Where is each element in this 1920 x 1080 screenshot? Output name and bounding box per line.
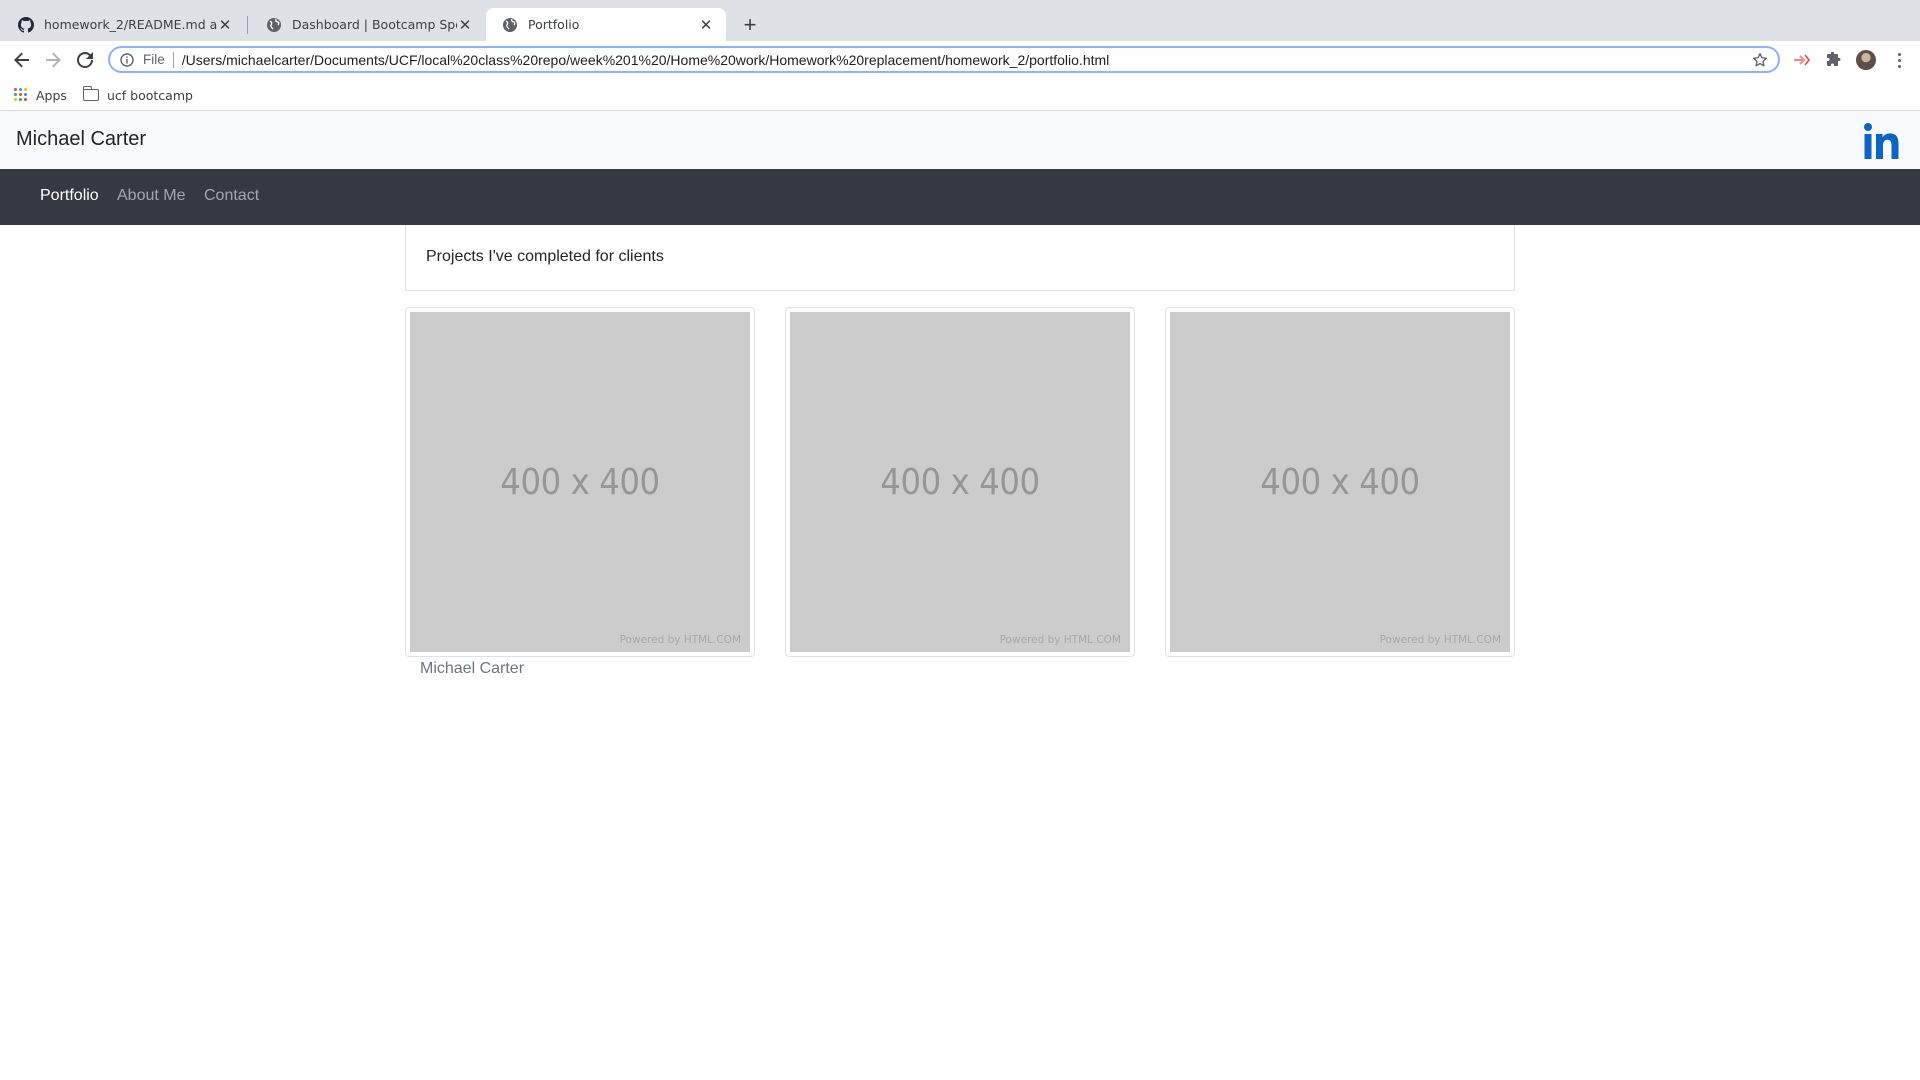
url-text[interactable]: /Users/michaelcarter/Documents/UCF/local… <box>182 52 1750 68</box>
bookmark-label: Apps <box>36 87 67 103</box>
back-button[interactable] <box>10 48 34 72</box>
reload-button[interactable] <box>73 48 97 72</box>
placeholder-credit: Powered by HTML.COM <box>999 634 1121 646</box>
intro-text: Projects I've completed for clients <box>426 248 664 265</box>
tab-title: Portfolio <box>528 17 580 32</box>
tab-strip: homework_2/README.md at m ✕ Dashboard | … <box>0 0 1920 41</box>
new-tab-button[interactable]: + <box>737 12 763 38</box>
close-tab-icon[interactable]: ✕ <box>457 16 473 34</box>
forward-button[interactable] <box>41 48 65 72</box>
browser-menu-icon[interactable] <box>1891 50 1907 70</box>
placeholder-image: 400 x 400 Powered by HTML.COM <box>1170 312 1510 652</box>
bookmark-star-icon[interactable] <box>1750 50 1770 70</box>
apps-grid-icon <box>14 88 28 102</box>
placeholder-size-text: 400 x 400 <box>1260 462 1420 503</box>
nav-about-me[interactable]: About Me <box>117 187 185 205</box>
tab-divider <box>247 16 248 34</box>
placeholder-size-text: 400 x 400 <box>880 462 1040 503</box>
forward-arrow-icon <box>46 52 61 68</box>
globe-icon <box>266 17 282 33</box>
globe-icon <box>502 17 518 33</box>
tab-bootcamp-dashboard[interactable]: Dashboard | Bootcamp Spot ✕ <box>250 8 485 41</box>
browser-toolbar: File /Users/michaelcarter/Documents/UCF/… <box>0 41 1920 78</box>
tab-title: Dashboard | Bootcamp Spot <box>292 17 457 32</box>
extension-share-icon[interactable] <box>1791 50 1811 70</box>
main-navbar: Portfolio About Me Contact <box>0 169 1920 225</box>
profile-avatar[interactable] <box>1856 50 1876 70</box>
placeholder-size-text: 400 x 400 <box>500 462 660 503</box>
extensions-puzzle-icon[interactable] <box>1823 50 1843 70</box>
placeholder-image: 400 x 400 Powered by HTML.COM <box>410 312 750 652</box>
close-tab-icon[interactable]: ✕ <box>217 16 233 34</box>
back-arrow-icon <box>14 52 29 68</box>
nav-contact[interactable]: Contact <box>204 187 259 205</box>
bookmark-ucf-bootcamp[interactable]: ucf bootcamp <box>82 85 193 105</box>
placeholder-credit: Powered by HTML.COM <box>1379 634 1501 646</box>
tab-portfolio[interactable]: Portfolio ✕ <box>486 8 726 41</box>
placeholder-credit: Powered by HTML.COM <box>619 634 741 646</box>
address-bar[interactable]: File /Users/michaelcarter/Documents/UCF/… <box>108 46 1780 73</box>
intro-panel: Projects I've completed for clients <box>405 225 1515 291</box>
site-brand[interactable]: Michael Carter <box>16 128 146 151</box>
footer-name: Michael Carter <box>420 660 525 677</box>
tab-github-readme[interactable]: homework_2/README.md at m ✕ <box>2 8 245 41</box>
tab-title: homework_2/README.md at m <box>44 17 217 32</box>
project-card[interactable]: 400 x 400 Powered by HTML.COM <box>1165 307 1515 657</box>
info-icon[interactable] <box>119 52 135 68</box>
bookmark-apps[interactable]: Apps <box>14 85 67 105</box>
reload-icon <box>77 52 93 68</box>
project-card[interactable]: 400 x 400 Powered by HTML.COM <box>405 307 755 657</box>
placeholder-image: 400 x 400 Powered by HTML.COM <box>790 312 1130 652</box>
bookmarks-bar: Apps ucf bootcamp <box>0 78 1920 111</box>
github-icon <box>18 16 34 33</box>
project-card[interactable]: 400 x 400 Powered by HTML.COM <box>785 307 1135 657</box>
linkedin-icon[interactable] <box>1862 119 1904 161</box>
nav-portfolio[interactable]: Portfolio <box>40 187 99 205</box>
scheme-label: File <box>143 52 165 67</box>
site-header: Michael Carter <box>0 111 1920 169</box>
close-tab-icon[interactable]: ✕ <box>698 16 714 34</box>
omnibox-divider <box>172 51 174 68</box>
bookmark-label: ucf bootcamp <box>107 87 193 103</box>
folder-icon <box>82 86 99 101</box>
page-viewport: Michael Carter Portfolio About Me Contac… <box>0 111 1920 1080</box>
